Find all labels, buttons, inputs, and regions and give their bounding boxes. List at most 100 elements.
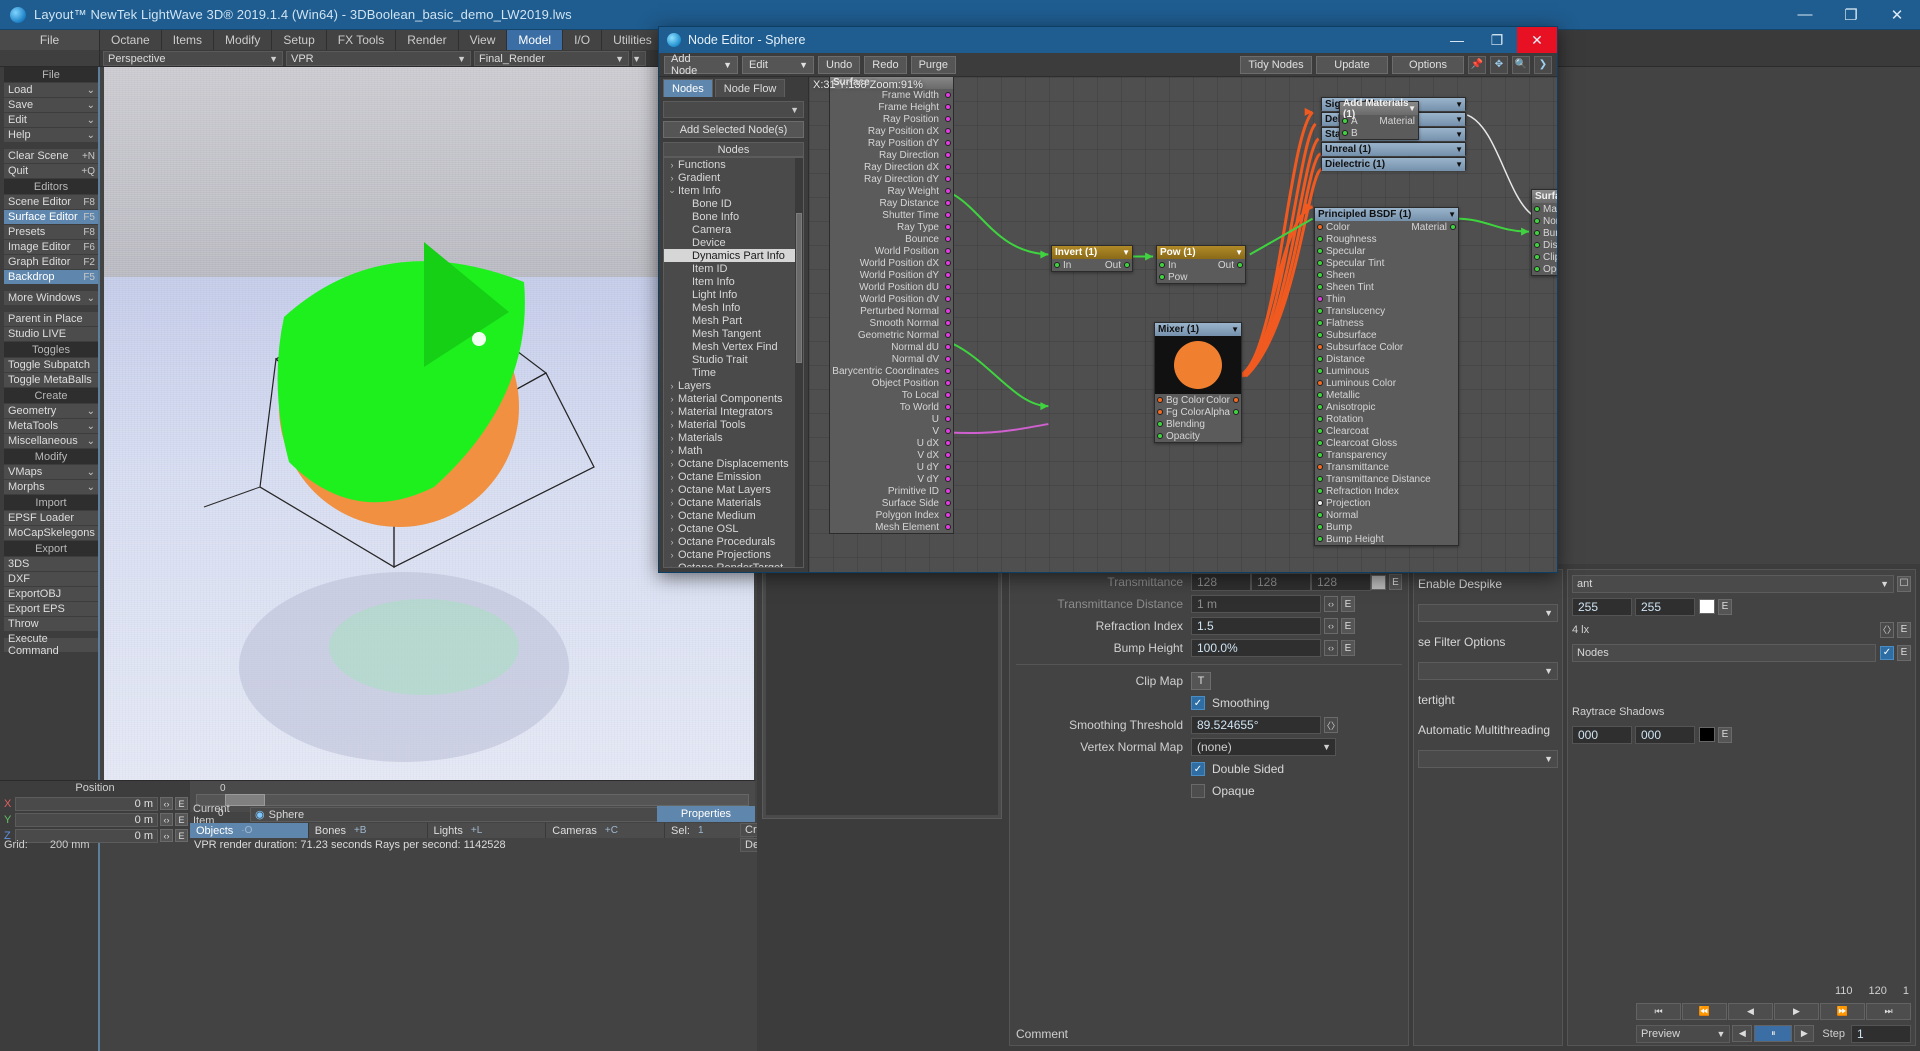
surface-edit-bump-height[interactable]: E [1341,640,1355,656]
node-tree-item-octane-emission[interactable]: › Octane Emission [664,470,795,483]
expand-icon[interactable]: ❯ [1534,55,1552,74]
lux-edit-button[interactable]: E [1897,621,1911,638]
color-value-a[interactable]: 255 [1572,597,1632,616]
chevron-right-icon[interactable]: › [666,485,678,495]
port-dot-icon[interactable] [1157,433,1163,439]
ant-select[interactable]: ant ▼ [1572,574,1894,593]
principled-port-roughness[interactable]: Roughness [1315,233,1458,245]
position-value-x[interactable]: 0 m [15,796,158,811]
node-tree-item-mesh-part[interactable]: Mesh Part [664,314,795,327]
port-dot-icon[interactable] [945,392,951,398]
surface-value-transmittance-distance[interactable]: 1 m [1191,595,1321,613]
menu-tab-modify[interactable]: Modify [214,30,273,50]
pow-in-row[interactable]: In Out [1157,259,1245,271]
sidebar-item-presets[interactable]: Presets F8 [4,225,98,239]
integrator-node-dielectric-1-[interactable]: Dielectric (1) ▼ [1321,157,1466,171]
port-dot-icon[interactable] [945,440,951,446]
port-dot-icon[interactable] [1317,260,1323,266]
port-dot-icon[interactable] [945,176,951,182]
port-dot-icon[interactable] [945,512,951,518]
port-dot-icon[interactable] [1317,332,1323,338]
pow-pow-row[interactable]: Pow [1157,271,1245,283]
sidebar-item-help[interactable]: Help ⌄ [4,128,98,142]
menu-tab-setup[interactable]: Setup [272,30,327,50]
add-node-menu[interactable]: Add Node ▼ [664,53,738,77]
port-dot-icon[interactable] [1317,296,1323,302]
surface-edit-transmittance[interactable]: E [1388,574,1402,590]
port-dot-icon[interactable] [945,320,951,326]
port-dot-icon[interactable] [1157,421,1163,427]
source-port-frame-height[interactable]: Frame Height [830,101,953,113]
port-dot-icon[interactable] [945,404,951,410]
sidebar-item-save[interactable]: Save ⌄ [4,98,98,112]
port-dot-icon[interactable] [945,116,951,122]
principled-port-transmittance-distance[interactable]: Transmittance Distance [1315,473,1458,485]
source-port-world-position-dy[interactable]: World Position dY [830,269,953,281]
update-button[interactable]: Update [1316,55,1388,74]
source-port-normal-du[interactable]: Normal dU [830,341,953,353]
principled-port-sheen[interactable]: Sheen [1315,269,1458,281]
principled-port-clearcoat[interactable]: Clearcoat [1315,425,1458,437]
port-dot-icon[interactable] [945,344,951,350]
sidebar-item-studio-live[interactable]: Studio LIVE [4,327,98,341]
node-tree-item-mesh-vertex-find[interactable]: Mesh Vertex Find [664,340,795,353]
pow-node[interactable]: Pow (1) ▼ In Out Pow [1156,245,1246,284]
mode-objects[interactable]: Objects ·O [190,823,309,838]
port-dot-icon[interactable] [1317,392,1323,398]
port-dot-icon[interactable] [1124,262,1130,268]
node-tree-item-octane-projections[interactable]: › Octane Projections [664,548,795,561]
chevron-right-icon[interactable]: › [666,459,678,469]
node-tree[interactable]: › Functions › Gradient ⌄ Item Info Bone ID Bone… [663,157,804,568]
pin-icon[interactable]: 📌 [1468,55,1486,74]
node-tree-item-materials[interactable]: › Materials [664,431,795,444]
source-port-surface-side[interactable]: Surface Side [830,497,953,509]
principled-bsdf-node[interactable]: Principled BSDF (1) ▼ Color Material Rough… [1314,207,1459,546]
port-dot-icon[interactable] [1317,452,1323,458]
node-tree-item-layers[interactable]: › Layers [664,379,795,392]
port-dot-icon[interactable] [1317,440,1323,446]
node-tree-item-octane-mat-layers[interactable]: › Octane Mat Layers [664,483,795,496]
source-port-ray-position-dx[interactable]: Ray Position dX [830,125,953,137]
menu-tab-i-o[interactable]: I/O [563,30,603,50]
port-dot-icon[interactable] [945,248,951,254]
port-dot-icon[interactable] [1317,488,1323,494]
source-port-v-dx[interactable]: V dX [830,449,953,461]
sidebar-item-geometry[interactable]: Geometry ⌄ [4,404,98,418]
source-port-ray-weight[interactable]: Ray Weight [830,185,953,197]
source-port-mesh-element[interactable]: Mesh Element [830,521,953,533]
move-icon[interactable]: ✥ [1490,55,1508,74]
node-tree-item-mesh-tangent[interactable]: Mesh Tangent [664,327,795,340]
port-dot-icon[interactable] [945,92,951,98]
node-tree-item-item-info[interactable]: Item Info [664,275,795,288]
port-dot-icon[interactable] [1159,274,1165,280]
port-dot-icon[interactable] [945,296,951,302]
principled-port-anisotropic[interactable]: Anisotropic [1315,401,1458,413]
purge-button[interactable]: Purge [910,55,956,74]
add-materials-node-header[interactable]: Add Materials (1) ▼ [1340,98,1418,120]
principled-port-color[interactable]: Color Material [1315,221,1458,233]
port-dot-icon[interactable] [1317,512,1323,518]
port-dot-icon[interactable] [1317,500,1323,506]
mixer-port-opacity[interactable]: Opacity [1155,430,1241,442]
node-tree-item-bone-info[interactable]: Bone Info [664,210,795,223]
sidebar-item-backdrop[interactable]: Backdrop F5 [4,270,98,284]
search-icon[interactable]: 🔍 [1512,55,1530,74]
surface-out-port-opengl[interactable]: OpenGL [1532,263,1557,275]
despike-select[interactable]: ▼ [1418,604,1558,622]
surface-out-port-bump[interactable]: Bump [1532,227,1557,239]
mixer-node-header[interactable]: Mixer (1) ▼ [1155,323,1241,336]
mode-cameras[interactable]: Cameras +C [546,823,665,838]
port-dot-icon[interactable] [945,488,951,494]
surface-color-swatch-transmittance[interactable] [1371,574,1386,590]
step-value[interactable]: 1 [1851,1024,1911,1043]
maximize-button[interactable]: ❐ [1828,0,1874,30]
port-dot-icon[interactable] [945,500,951,506]
sidebar-item-more-windows[interactable]: More Windows ⌄ [4,291,98,305]
sidebar-item-quit[interactable]: Quit +Q [4,164,98,178]
surface-value-transmittance-2[interactable]: 128 [1311,573,1371,591]
port-dot-icon[interactable] [1233,397,1239,403]
color-edit-button[interactable]: E [1718,598,1732,615]
node-tree-item-octane-osl[interactable]: › Octane OSL [664,522,795,535]
port-dot-icon[interactable] [1317,404,1323,410]
principled-port-flatness[interactable]: Flatness [1315,317,1458,329]
